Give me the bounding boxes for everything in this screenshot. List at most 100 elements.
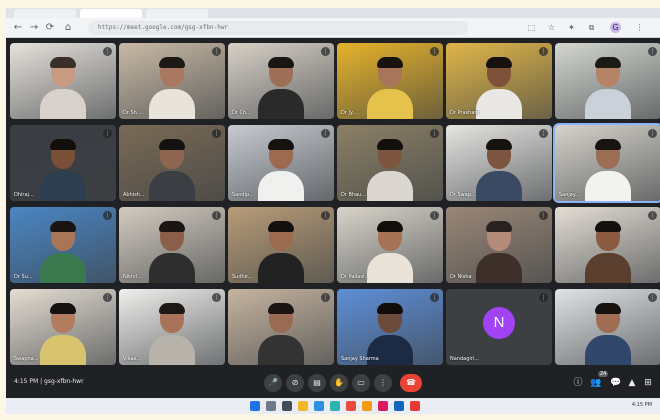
people-icon[interactable]: 👥 (590, 376, 602, 390)
url-input[interactable]: https://meet.google.com/gsg-xfbn-hwr (88, 21, 468, 35)
extension-icon[interactable]: ⬚ (526, 22, 537, 33)
participant-name: Dr Nisha (450, 274, 472, 280)
participant-video (40, 217, 86, 283)
mic-muted-icon: ⋮ (212, 47, 221, 56)
participant-name: Dhiraj... (14, 192, 34, 198)
star-icon[interactable]: ☆ (546, 22, 557, 33)
app-icon[interactable] (378, 401, 388, 411)
extension-icon[interactable]: ✦ (566, 22, 577, 33)
participant-tile[interactable]: ⋮ Dr Jy... (337, 43, 443, 119)
participant-video (149, 299, 195, 365)
puzzle-icon[interactable]: ⧉ (586, 22, 597, 33)
host-controls-icon[interactable]: ⊞ (642, 376, 654, 390)
mic-muted-icon: ⋮ (648, 129, 657, 138)
participant-name: Dr Sh... (123, 110, 142, 116)
more-options-button[interactable]: ⋮ (374, 374, 392, 392)
browser-tab[interactable] (146, 9, 208, 18)
participant-video (367, 217, 413, 283)
participant-tile[interactable]: ⋮ (228, 289, 334, 365)
participant-tile[interactable]: ⋮ Vikas... (119, 289, 225, 365)
participant-name: Nikhil... (123, 274, 142, 280)
participant-tile[interactable]: ⋮ Dr Swap... (446, 125, 552, 201)
mic-muted-icon: ⋮ (539, 47, 548, 56)
participant-tile[interactable]: ⋮ Sanjay Sharma (337, 289, 443, 365)
participant-avatar: N (483, 307, 515, 339)
app-icon[interactable] (346, 401, 356, 411)
profile-avatar[interactable]: G (610, 22, 621, 33)
participant-name: Dr Swap... (450, 192, 476, 198)
app-icon[interactable] (394, 401, 404, 411)
participant-name: Dr Bhau... (341, 192, 367, 198)
os-taskbar: 4:15 PM (6, 398, 660, 414)
participant-video (40, 135, 86, 201)
mic-muted-icon: ⋮ (539, 293, 548, 302)
activities-icon[interactable]: ▲ (626, 376, 638, 390)
participant-tile[interactable]: ⋮ Dr Prashant (446, 43, 552, 119)
participant-video (367, 53, 413, 119)
participant-tile[interactable]: ⋮ Nikhil... (119, 207, 225, 283)
participant-tile[interactable]: ⋮ Sanjay... (553, 123, 660, 203)
participant-tile[interactable]: ⋮ (555, 43, 660, 119)
participant-name: Vikas... (123, 356, 141, 362)
participant-grid: ⋮ ⋮ Dr Sh... ⋮ Dr Ch... ⋮ Dr Jy... ⋮ Dr Prashant… (6, 40, 660, 366)
browser-tab-active[interactable] (80, 9, 142, 18)
participant-name: Abhish... (123, 192, 145, 198)
browser-tab[interactable] (14, 9, 76, 18)
participant-tile[interactable]: ⋮ (555, 289, 660, 365)
microphone-button[interactable]: 🎤 (264, 374, 282, 392)
mic-muted-icon: ⋮ (103, 129, 112, 138)
participant-video (149, 53, 195, 119)
chat-icon[interactable]: 💬 (610, 376, 622, 390)
app-icon[interactable] (410, 401, 420, 411)
start-menu-icon[interactable] (250, 401, 260, 411)
participant-tile[interactable]: ⋮ Dr Sh... (119, 43, 225, 119)
participant-tile[interactable]: ⋮ Sandip... (228, 125, 334, 201)
participant-tile[interactable]: ⋮ Dhiraj... (10, 125, 116, 201)
mic-muted-icon: ⋮ (103, 293, 112, 302)
participant-tile[interactable]: ⋮ Abhish... (119, 125, 225, 201)
participant-tile[interactable]: N ⋮ Nandagiri... (446, 289, 552, 365)
participant-tile[interactable]: ⋮ Sudhir... (228, 207, 334, 283)
forward-icon[interactable]: → (28, 22, 40, 34)
mic-muted-icon: ⋮ (648, 293, 657, 302)
camera-button[interactable]: ⊘ (286, 374, 304, 392)
chrome-browser-icon[interactable] (362, 401, 372, 411)
participant-tile[interactable]: ⋮ Dr Su... (10, 207, 116, 283)
participant-video (367, 135, 413, 201)
back-icon[interactable]: ← (12, 22, 24, 34)
participant-name: Nandagiri... (450, 356, 479, 362)
end-call-button[interactable]: ☎ (400, 374, 422, 392)
participant-tile[interactable]: ⋮ (555, 207, 660, 283)
participant-tile[interactable]: ⋮ Dr Bhau... (337, 125, 443, 201)
task-view-icon[interactable] (282, 401, 292, 411)
raise-hand-button[interactable]: ✋ (330, 374, 348, 392)
participant-name: Dr Prashant (450, 110, 480, 116)
mic-muted-icon: ⋮ (321, 293, 330, 302)
menu-icon[interactable]: ⋮ (634, 22, 645, 33)
home-icon[interactable]: ⌂ (62, 22, 74, 34)
reload-icon[interactable]: ⟳ (44, 22, 56, 34)
participant-name: Dr Su... (14, 274, 33, 280)
participant-video (476, 217, 522, 283)
edge-browser-icon[interactable] (314, 401, 324, 411)
participant-tile[interactable]: ⋮ Dr Nisha (446, 207, 552, 283)
participant-tile[interactable]: ⋮ Dr Ch... (228, 43, 334, 119)
participant-name: Sanjay Sharma (341, 356, 379, 362)
participant-name: Swapna... (14, 356, 39, 362)
search-icon[interactable] (266, 401, 276, 411)
app-icon[interactable] (330, 401, 340, 411)
present-button[interactable]: ▭ (352, 374, 370, 392)
captions-button[interactable]: ▤ (308, 374, 326, 392)
participant-video (258, 135, 304, 201)
participant-name: Sudhir... (232, 274, 253, 280)
file-explorer-icon[interactable] (298, 401, 308, 411)
participant-tile[interactable]: ⋮ (10, 43, 116, 119)
participant-tile[interactable]: ⋮ Dr Pallavi... (337, 207, 443, 283)
mic-muted-icon: ⋮ (539, 211, 548, 220)
mic-muted-icon: ⋮ (212, 211, 221, 220)
participant-video (476, 135, 522, 201)
address-bar: ← → ⟳ ⌂ https://meet.google.com/gsg-xfbn… (6, 18, 660, 38)
info-icon[interactable]: ⓘ (572, 376, 584, 390)
participant-tile[interactable]: ⋮ Swapna... (10, 289, 116, 365)
participant-name: Dr Ch... (232, 110, 251, 116)
